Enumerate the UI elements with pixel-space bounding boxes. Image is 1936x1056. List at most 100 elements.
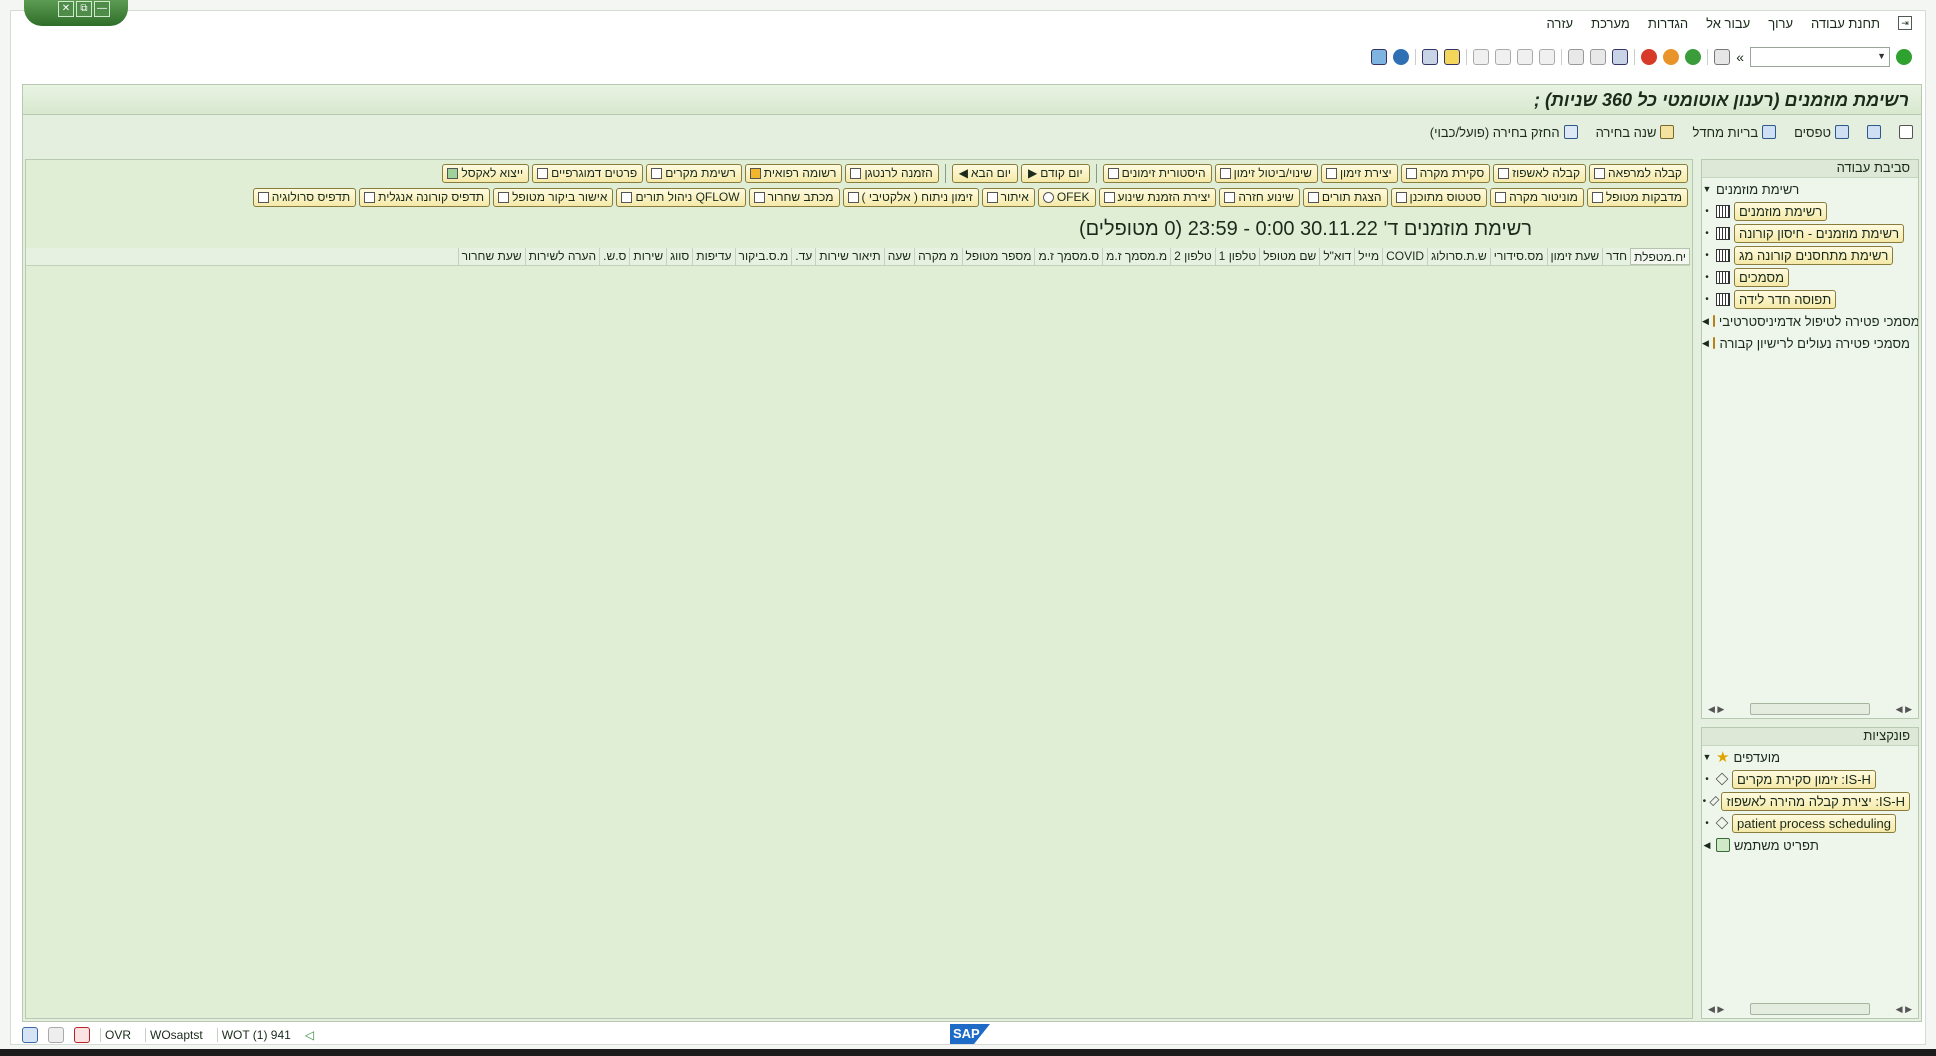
function-item[interactable]: • IS-H: יצירת קבלה מהירה לאשפוז (1702, 790, 1918, 812)
column-header[interactable]: שעת זימון (1546, 248, 1603, 265)
column-header[interactable]: COVID (1382, 248, 1427, 265)
maximize-window-button[interactable]: ⧉ (76, 1, 92, 17)
tree-folder[interactable]: ◀ מסמכי פטירה נעולים לרישיון קבורה (1702, 332, 1918, 354)
first-page-icon[interactable] (1539, 49, 1556, 65)
locate-button[interactable]: איתור (981, 188, 1035, 207)
column-header[interactable]: תיאור שירות (815, 248, 884, 265)
change-selection-button[interactable]: שנה בחירה (1596, 125, 1675, 140)
last-page-icon[interactable] (1473, 49, 1490, 65)
case-list-button[interactable]: רשימת מקרים (646, 164, 742, 183)
return-transport-button[interactable]: שינוע חזרה (1219, 188, 1300, 207)
elective-surgery-button[interactable]: זימון ניתוח ( אלקטיבי ) (842, 188, 979, 207)
column-header[interactable]: מ.מסמך ז.מ (1102, 248, 1170, 265)
case-overview-button[interactable]: סקירת מקרה (1400, 164, 1491, 183)
menu-workstation[interactable]: תחנת עבודה (1811, 16, 1880, 31)
patient-labels-button[interactable]: מדבקות מטופל (1586, 188, 1688, 207)
column-header[interactable]: עדיפות (692, 248, 734, 265)
close-window-button[interactable]: ✕ (58, 1, 74, 17)
xray-order-button[interactable]: הזמנה לרנטגן (845, 164, 939, 183)
create-session-icon[interactable] (1444, 49, 1461, 65)
column-header[interactable]: סווג (666, 248, 692, 265)
create-transport-order-button[interactable]: יצירת הזמנת שינוע (1098, 188, 1217, 207)
save-icon[interactable] (1714, 49, 1731, 65)
back-icon[interactable] (1685, 49, 1702, 65)
tree-item[interactable]: • רשימת מוזמנים - חיסון קורונה (1702, 222, 1918, 244)
exit-app-icon[interactable] (1663, 49, 1680, 65)
export-excel-button[interactable]: ייצוא לאקסל (442, 164, 530, 183)
column-header[interactable]: חדר (1602, 248, 1630, 265)
command-field[interactable] (1750, 47, 1890, 67)
previous-day-button[interactable]: ▶ יום קודם (1021, 164, 1090, 183)
pdf-icon[interactable] (74, 1027, 90, 1043)
expand-arrow-icon[interactable]: ▼ (1702, 752, 1712, 762)
help-icon[interactable] (1393, 49, 1410, 65)
print-icon[interactable] (1612, 49, 1629, 65)
find-next-icon[interactable] (1568, 49, 1585, 65)
case-monitor-button[interactable]: מוניטור מקרה (1490, 188, 1584, 207)
user-menu-node[interactable]: ◀ תפריט משתמש (1702, 834, 1918, 856)
menu-settings[interactable]: הגדרות (1648, 16, 1688, 31)
column-header[interactable]: דוא"ל (1319, 248, 1354, 265)
tree-item[interactable]: • תפוסה חדר לידה (1702, 288, 1918, 310)
column-header[interactable]: שירות (629, 248, 666, 265)
menu-goto[interactable]: עבור אל (1706, 16, 1750, 31)
previous-page-icon[interactable] (1517, 49, 1534, 65)
function-item[interactable]: • patient process scheduling (1702, 812, 1918, 834)
defaults-button[interactable]: בריות מחדל (1692, 125, 1777, 140)
next-day-button[interactable]: ◀ יום הבא (951, 164, 1019, 183)
serology-print-button[interactable]: תדפיס סרולוגיה (252, 188, 357, 207)
column-header[interactable]: טלפון 1 (1214, 248, 1260, 265)
qflow-button[interactable]: QFLOW ניהול תורים (616, 188, 746, 207)
expand-arrow-icon[interactable]: ▼ (1702, 184, 1712, 194)
demographic-details-button[interactable]: פרטים דמוגרפיים (532, 164, 644, 183)
column-header[interactable]: מייל (1354, 248, 1382, 265)
refresh-icon[interactable] (1867, 125, 1881, 139)
column-header[interactable]: ש.ת.סרולוג (1427, 248, 1490, 265)
function-item[interactable]: • IS-H: זימון סקירת מקרים (1702, 768, 1918, 790)
menu-help[interactable]: עזרה (1547, 16, 1574, 31)
forms-button[interactable]: טפסים (1794, 125, 1849, 140)
collapse-arrow-icon[interactable]: ◀ (1702, 840, 1712, 851)
discharge-letter-button[interactable]: מכתב שחרור (748, 188, 840, 207)
column-header[interactable]: שעת שחרור (457, 248, 525, 265)
layout-icon[interactable] (1899, 125, 1913, 139)
ofek-button[interactable]: OFEK (1037, 188, 1096, 207)
planned-status-button[interactable]: סטטוס מתוכנן (1390, 188, 1488, 207)
horizontal-scrollbar[interactable]: ◀ ▶ ◀ ▶ (1702, 1000, 1918, 1018)
session-info[interactable]: WOT (1) 941 (216, 1028, 295, 1042)
collapse-arrow-icon[interactable]: ◀ (1702, 338, 1709, 349)
next-page-icon[interactable] (1495, 49, 1512, 65)
enter-icon[interactable] (1896, 49, 1912, 65)
lock-icon[interactable] (22, 1027, 38, 1043)
cancel-icon[interactable] (1641, 49, 1658, 65)
exit-icon[interactable]: ⇥ (1898, 16, 1912, 30)
find-icon[interactable] (1590, 49, 1607, 65)
tree-item[interactable]: • מסמכים (1702, 266, 1918, 288)
show-queues-button[interactable]: הצגת תורים (1302, 188, 1388, 207)
tree-root[interactable]: ▼ רשימת מוזמנים (1702, 178, 1918, 200)
minimize-window-button[interactable]: — (94, 1, 110, 17)
column-header[interactable]: מ.ס.ביקור (734, 248, 792, 265)
column-header[interactable]: מ מקרה (914, 248, 961, 265)
collapse-command-icon[interactable]: « (1736, 49, 1744, 65)
horizontal-scrollbar[interactable]: ◀ ▶ ◀ ▶ (1702, 700, 1918, 718)
inpatient-admission-button[interactable]: קבלה לאשפוז (1493, 164, 1587, 183)
column-header[interactable]: יח.מטפלת (1630, 248, 1690, 265)
column-header[interactable]: שעה (883, 248, 914, 265)
column-header[interactable]: מס.סידורי (1489, 248, 1547, 265)
transfer-icon[interactable] (48, 1027, 64, 1043)
tree-folder[interactable]: ◀ מסמכי פטירה לטיפול אדמיניסטרטיבי (1702, 310, 1918, 332)
column-header[interactable]: ס.מסמך ז.מ (1034, 248, 1102, 265)
column-header[interactable]: ס.ש. (599, 248, 629, 265)
hold-selection-button[interactable]: החזק בחירה (פועל/כבוי) (1430, 125, 1578, 140)
column-header[interactable]: עד. (791, 248, 815, 265)
clinic-admission-button[interactable]: קבלה למרפאה (1589, 164, 1688, 183)
change-cancel-appointment-button[interactable]: שינוי/ביטול זימון (1214, 164, 1318, 183)
column-header[interactable]: הערה לשירות (524, 248, 600, 265)
tree-item[interactable]: • רשימת מוזמנים (1702, 200, 1918, 222)
create-appointment-button[interactable]: יצירת זימון (1320, 164, 1398, 183)
appointment-history-button[interactable]: היסטורית זימונים (1102, 164, 1212, 183)
column-header[interactable]: שם מטופל (1259, 248, 1319, 265)
corona-english-print-button[interactable]: תדפיס קורונה אנגלית (359, 188, 491, 207)
favorites-node[interactable]: ▼ ★ מועדפים (1702, 746, 1918, 768)
